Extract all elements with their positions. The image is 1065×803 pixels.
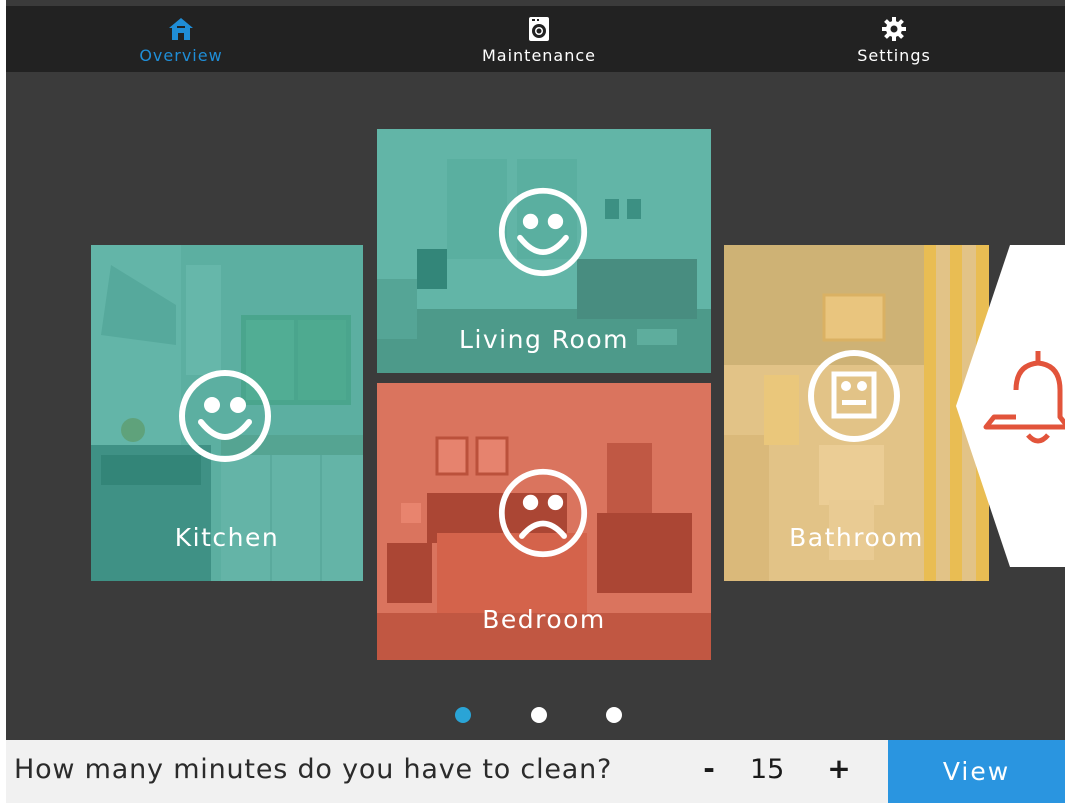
happy-face-icon: [498, 187, 588, 277]
neutral-face-icon: [808, 350, 900, 442]
room-card-bathroom[interactable]: Bathroom: [724, 245, 989, 581]
alert-panel[interactable]: [956, 245, 1065, 567]
plus-button[interactable]: +: [824, 752, 854, 785]
happy-face-icon: [179, 370, 271, 462]
room-name: Bathroom: [789, 523, 924, 552]
minutes-value: 15: [750, 754, 785, 785]
minus-button[interactable]: -: [694, 752, 724, 785]
washing-machine-icon: [528, 16, 550, 42]
tab-settings-label: Settings: [857, 46, 931, 65]
room-name: Bedroom: [482, 605, 606, 634]
top-nav: Overview Maintenance Settings: [6, 6, 1065, 72]
pager-dot-3[interactable]: [606, 707, 622, 723]
view-button[interactable]: View: [888, 740, 1065, 803]
pager-dot-2[interactable]: [531, 707, 547, 723]
room-name: Living Room: [459, 325, 629, 354]
tab-overview[interactable]: Overview: [81, 6, 281, 72]
pager-dot-1[interactable]: [455, 707, 471, 723]
tab-settings[interactable]: Settings: [794, 6, 994, 72]
room-card-kitchen[interactable]: Kitchen: [91, 245, 363, 581]
clean-time-question: How many minutes do you have to clean?: [14, 754, 613, 785]
sad-face-icon: [498, 468, 588, 558]
tab-overview-label: Overview: [139, 46, 223, 65]
room-card-living-room[interactable]: Living Room: [377, 129, 711, 373]
app-frame: Overview Maintenance Settings Kitchen Li…: [6, 0, 1065, 803]
room-card-bedroom[interactable]: Bedroom: [377, 383, 711, 660]
room-name: Kitchen: [174, 523, 280, 552]
gear-icon: [881, 16, 907, 42]
tab-maintenance[interactable]: Maintenance: [439, 6, 639, 72]
tab-maintenance-label: Maintenance: [481, 46, 597, 65]
home-icon: [168, 16, 194, 42]
bottom-bar: How many minutes do you have to clean? -…: [6, 740, 1065, 803]
